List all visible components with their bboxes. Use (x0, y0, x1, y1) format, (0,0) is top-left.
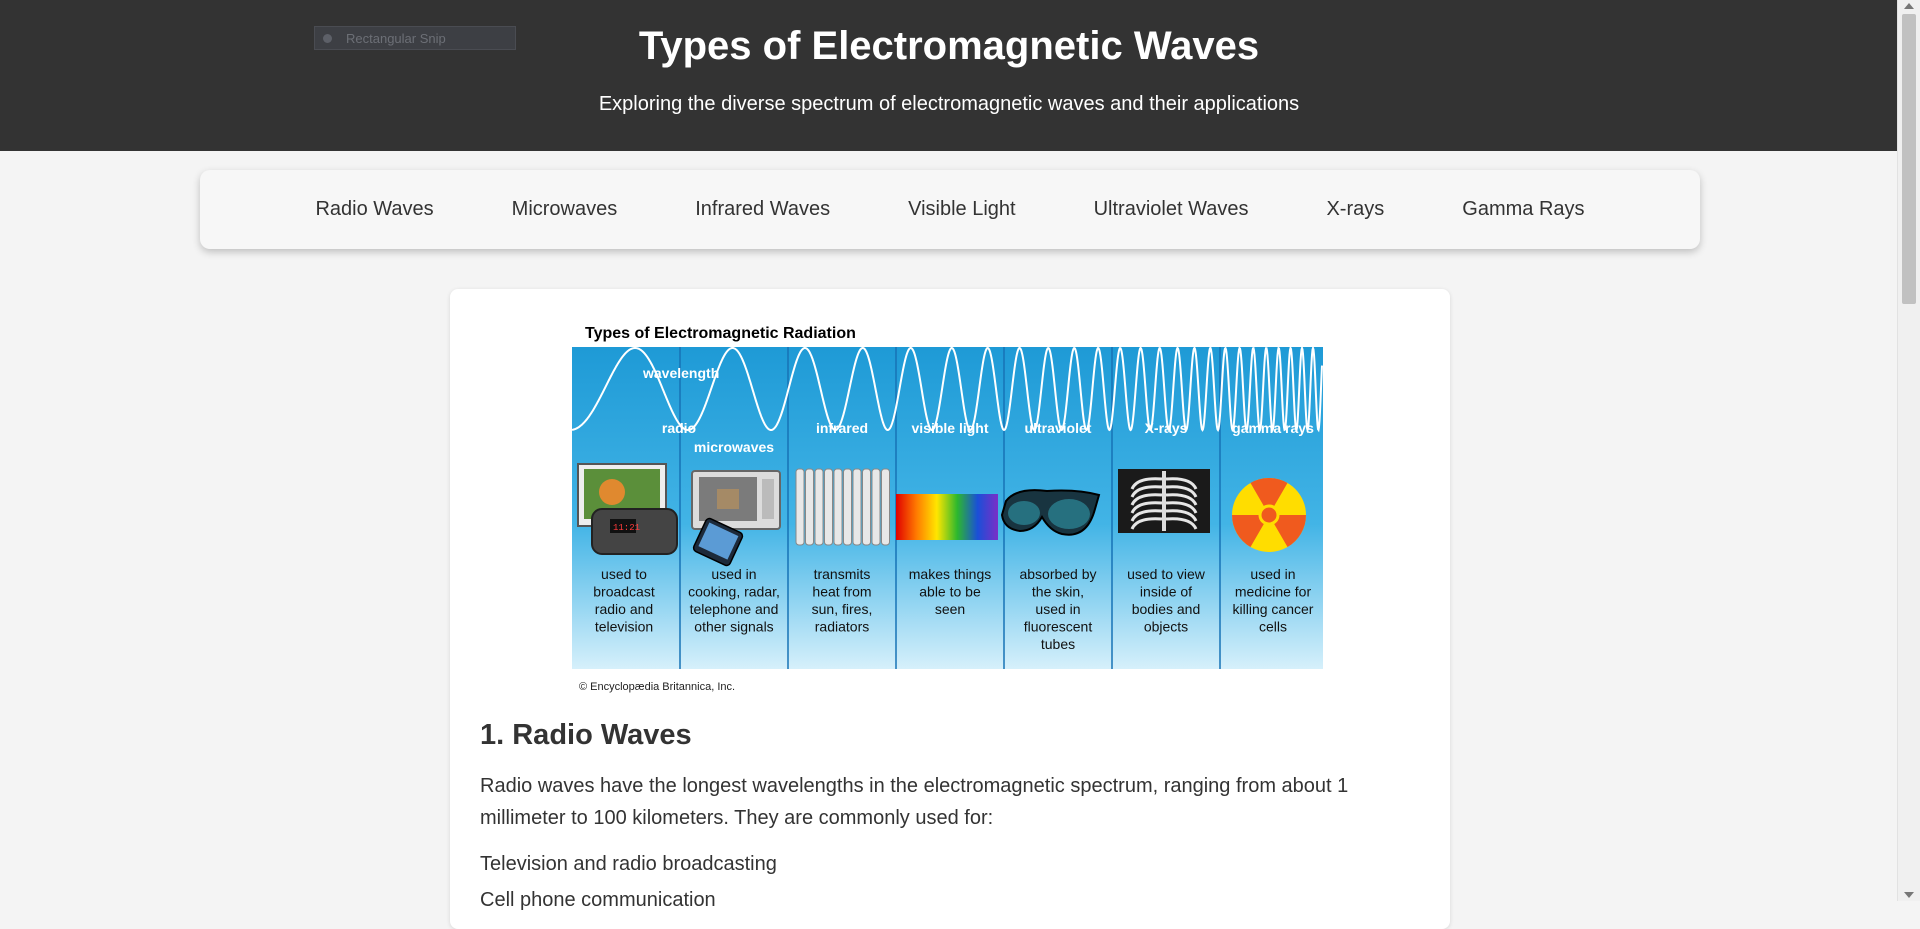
band-description-line: other signals (694, 619, 773, 635)
list-item: Cell phone communication (480, 889, 716, 911)
nav-link-microwaves[interactable]: Microwaves (473, 198, 657, 221)
scrollbar-thumb[interactable] (1902, 14, 1916, 304)
x-ray-skeleton-icon (1118, 469, 1210, 533)
band-description-line: heat from (812, 584, 871, 600)
radio-waves-section: 1. Radio Waves Radio waves have the long… (480, 719, 1420, 918)
band-label: gamma rays (1232, 420, 1314, 436)
band-label: infrared (816, 420, 868, 436)
band-description-line: fluorescent (1024, 619, 1093, 635)
list-item: Television and radio broadcasting (480, 853, 777, 875)
band-description-line: radio and (595, 601, 653, 617)
band-description-line: transmits (814, 566, 871, 582)
rainbow-spectrum-icon (896, 494, 998, 540)
band-label: visible light (911, 420, 988, 436)
band-label: ultraviolet (1025, 420, 1092, 436)
band-description-line: medicine for (1235, 584, 1312, 600)
band-description-line: sun, fires, (812, 601, 873, 617)
content-card: Types of Electromagnetic Radiation wavel… (450, 289, 1450, 929)
snip-mode-icon (323, 33, 332, 43)
band-description-line: telephone and (690, 601, 779, 617)
band-description-line: used in (1250, 566, 1295, 582)
band-description-line: the skin, (1032, 584, 1084, 600)
vertical-scrollbar[interactable] (1897, 0, 1920, 901)
band-description-line: seen (935, 601, 965, 617)
nav-link-visible-light[interactable]: Visible Light (869, 198, 1054, 221)
page-subtitle: Exploring the diverse spectrum of electr… (598, 93, 1300, 115)
band-description-line: radiators (815, 619, 869, 635)
nav-link-radio-waves[interactable]: Radio Waves (276, 198, 472, 221)
band-description-line: objects (1144, 619, 1188, 635)
nav-link-gamma-rays[interactable]: Gamma Rays (1423, 198, 1623, 221)
sunglasses-icon (1000, 489, 1101, 536)
band-description-line: makes things (909, 566, 991, 582)
band-description-line: tubes (1041, 636, 1075, 652)
band-description-line: inside of (1140, 584, 1192, 600)
section-intro: Radio waves have the longest wavelengths… (480, 775, 1349, 829)
band-description-line: used in (1035, 601, 1080, 617)
em-spectrum-figure: Types of Electromagnetic Radiation wavel… (572, 319, 1332, 719)
scroll-down-arrow-icon[interactable] (1904, 892, 1914, 898)
wavelength-label: wavelength (642, 365, 719, 381)
band-description-line: television (595, 619, 653, 635)
svg-text:11:21: 11:21 (613, 523, 640, 533)
snip-mode-label: Rectangular Snip (346, 30, 446, 46)
nav-link-x-rays[interactable]: X-rays (1287, 198, 1423, 221)
nav-link-infrared-waves[interactable]: Infrared Waves (656, 198, 869, 221)
band-description-line: broadcast (593, 584, 655, 600)
figure-credit: © Encyclopædia Britannica, Inc. (579, 681, 735, 693)
band-description-line: bodies and (1132, 601, 1201, 617)
em-spectrum-illustration: Types of Electromagnetic Radiation wavel… (572, 325, 1323, 693)
wave-type-nav: Radio Waves Microwaves Infrared Waves Vi… (200, 170, 1700, 249)
band-label: microwaves (694, 439, 774, 455)
rectangular-snip-overlay[interactable]: Rectangular Snip (314, 26, 516, 50)
band-label: radio (662, 420, 696, 436)
tv-and-radio-icon: 11:21 (577, 463, 678, 555)
band-description-line: absorbed by (1019, 566, 1096, 582)
band-description-line: used in (711, 566, 756, 582)
page-title: Types of Electromagnetic Waves (638, 24, 1260, 68)
uses-list: Television and radio broadcasting Cell p… (480, 846, 1420, 918)
band-description-line: able to be (919, 584, 981, 600)
section-heading: 1. Radio Waves (480, 719, 692, 751)
scroll-up-arrow-icon[interactable] (1904, 3, 1914, 9)
band-label: X-rays (1145, 420, 1188, 436)
band-description-line: killing cancer (1233, 601, 1314, 617)
figure-title: Types of Electromagnetic Radiation (585, 325, 856, 342)
band-description-line: cooking, radar, (688, 584, 780, 600)
band-description-line: used to (601, 566, 647, 582)
nav-link-ultraviolet-waves[interactable]: Ultraviolet Waves (1055, 198, 1288, 221)
site-header: Types of Electromagnetic Waves Exploring… (0, 0, 1898, 151)
band-description-line: used to view (1127, 566, 1206, 582)
band-description-line: cells (1259, 619, 1287, 635)
